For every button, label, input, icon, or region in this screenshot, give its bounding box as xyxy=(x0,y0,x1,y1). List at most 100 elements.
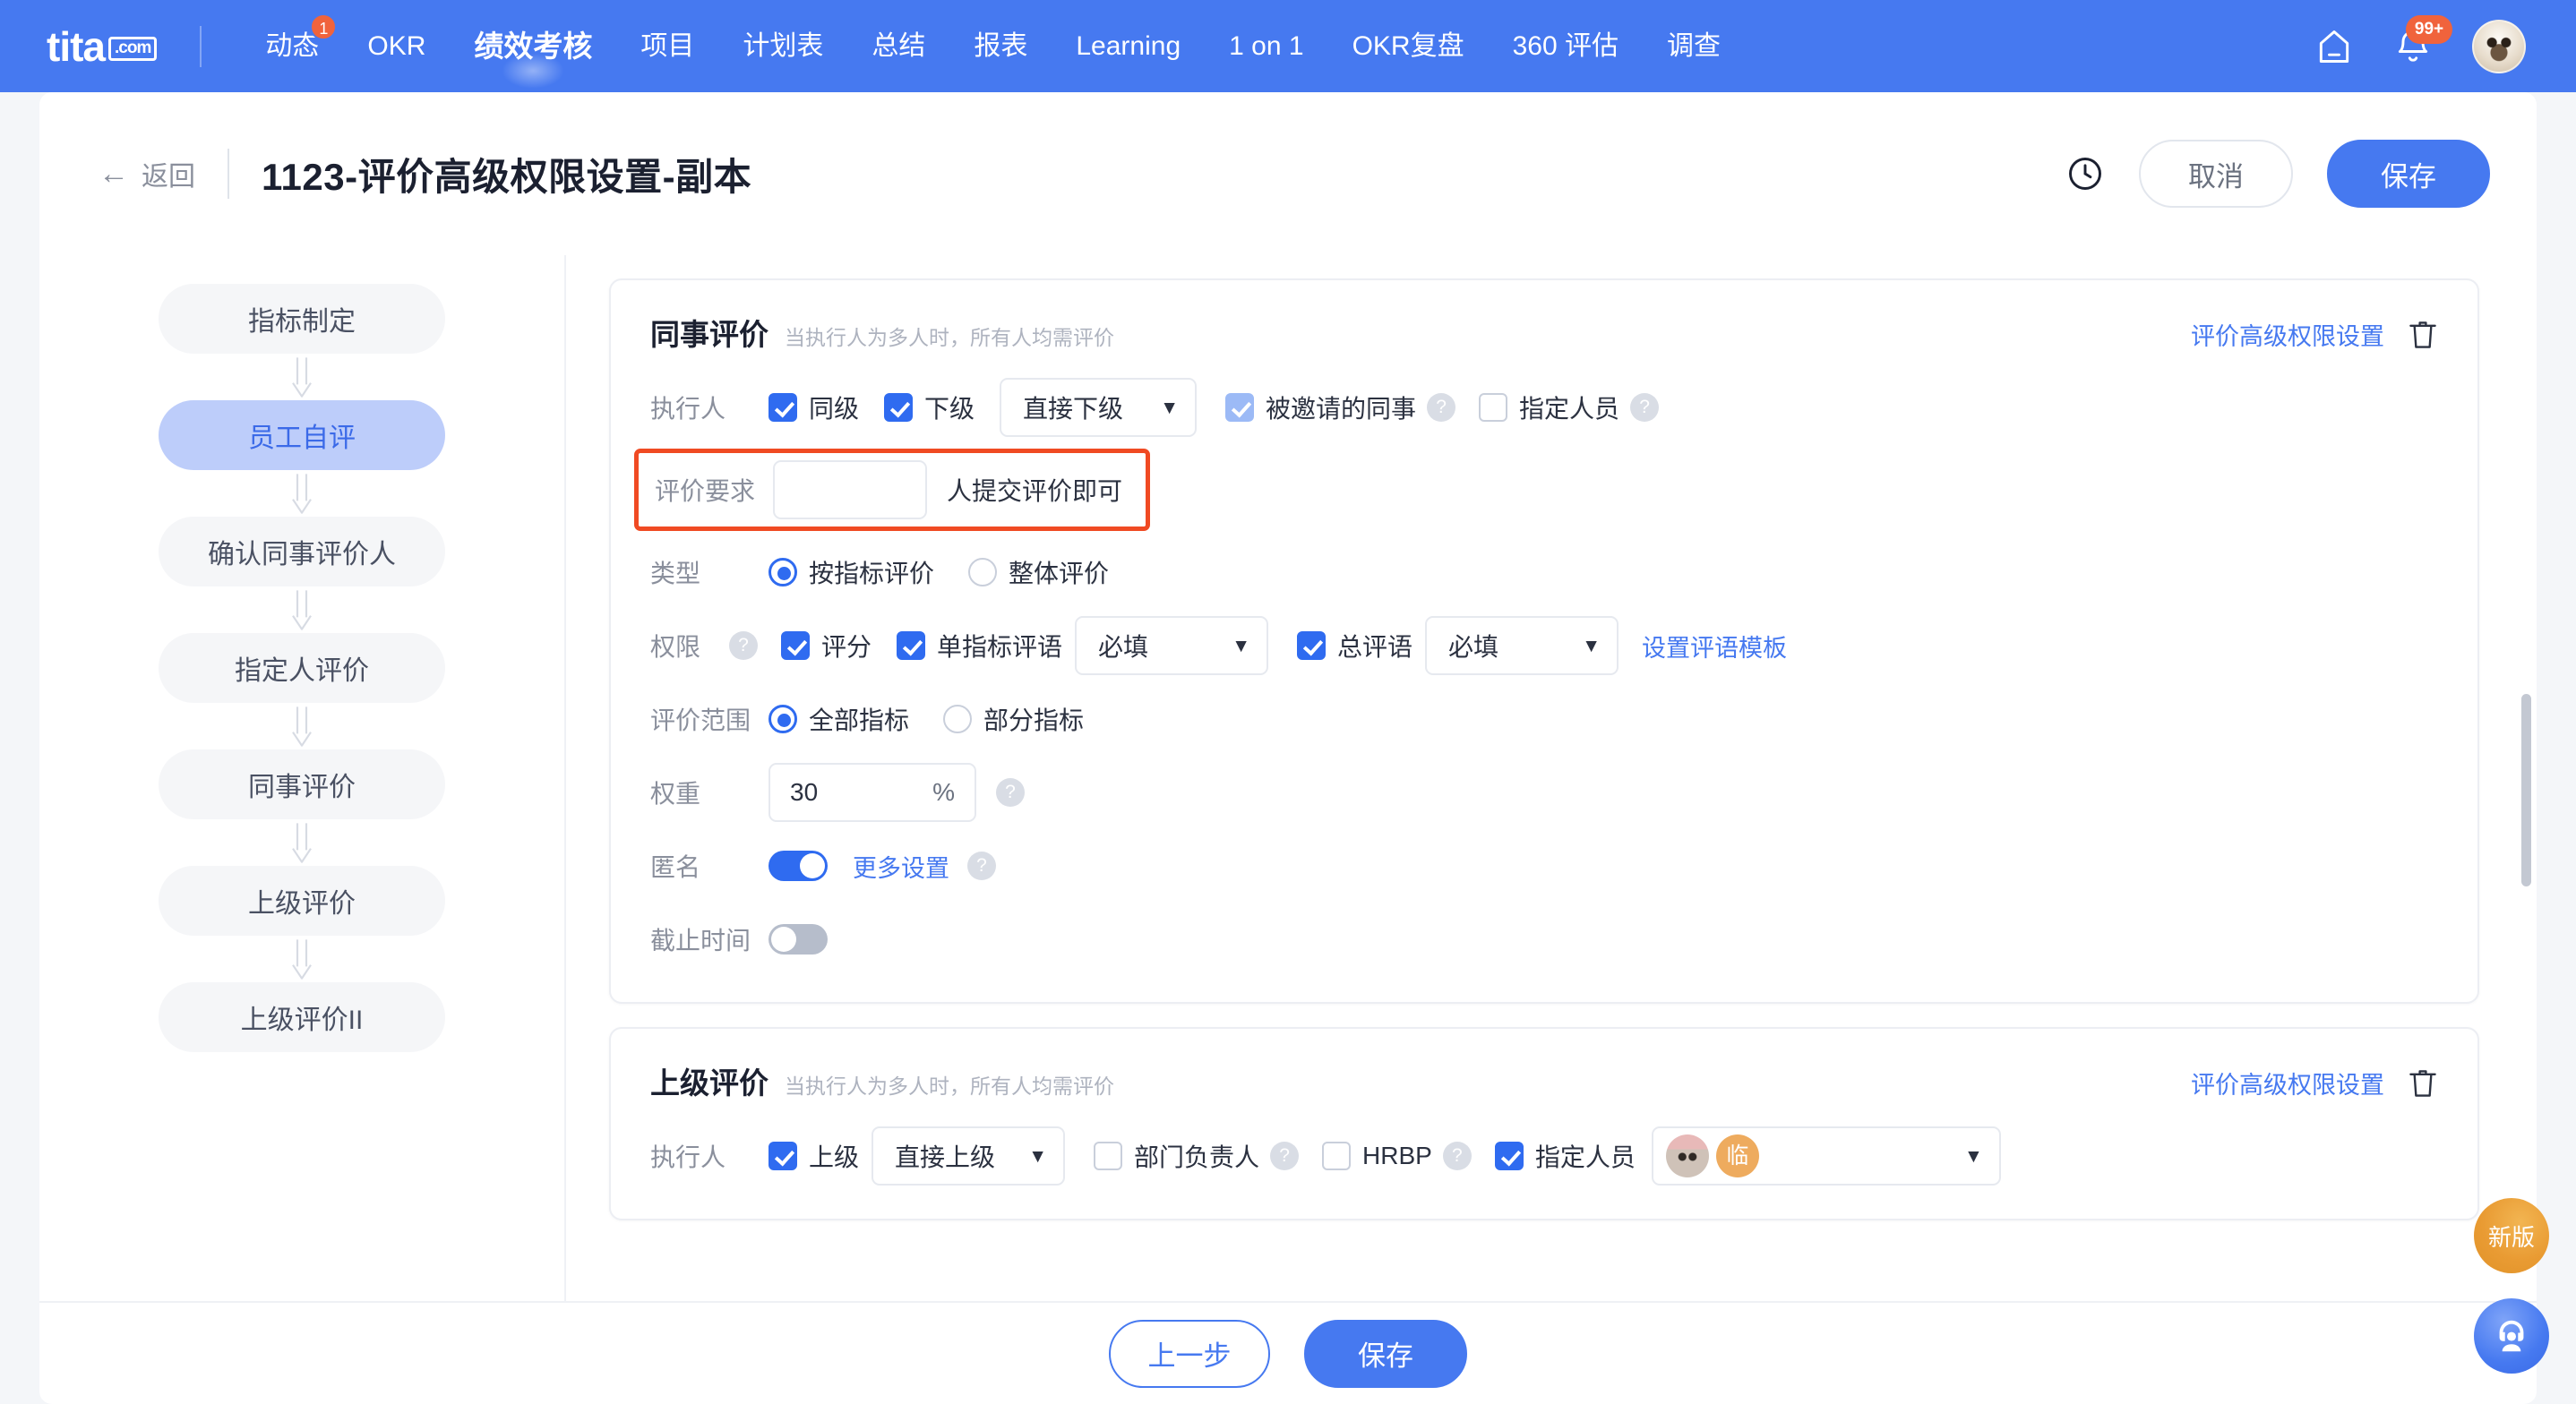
specified-person-select[interactable]: 临 ▼ xyxy=(1651,1126,2001,1186)
back-button[interactable]: ← 返回 xyxy=(99,154,195,193)
radio-label: 整体评价 xyxy=(1009,560,1110,587)
delete-trash-icon[interactable] xyxy=(2408,1066,2438,1100)
tita-logo[interactable]: tita .com xyxy=(47,26,158,67)
step-arrow-down-icon xyxy=(287,470,317,517)
comment-template-link[interactable]: 设置评语模板 xyxy=(1642,629,1787,663)
new-version-button[interactable]: 新版 xyxy=(2474,1198,2549,1273)
review-requirement-input[interactable] xyxy=(773,460,927,519)
checkbox-label: 评分 xyxy=(821,633,872,661)
checkbox-label: 同级 xyxy=(809,395,860,423)
advanced-permission-link[interactable]: 评价高级权限设置 xyxy=(2191,1066,2384,1100)
footer-action-bar: 上一步 保存 xyxy=(39,1301,2537,1404)
deadline-toggle[interactable] xyxy=(769,924,828,955)
weight-unit: % xyxy=(932,778,955,806)
permission-label: 权限 xyxy=(650,633,701,661)
content-scrollbar[interactable] xyxy=(2521,694,2531,886)
page-header: ← 返回 1123-评价高级权限设置-副本 取消 保存 xyxy=(39,92,2537,255)
help-icon[interactable]: ? xyxy=(1270,1142,1300,1170)
permission-row: 权限 ? 评分 单指标评语 必填 ▼ 总评语 必填 ▼ 设置评语模板 xyxy=(650,613,2438,678)
nav-item-report[interactable]: 报表 xyxy=(949,0,1052,92)
radio-overall[interactable]: 整体评价 xyxy=(968,554,1109,590)
checkbox-hrbp[interactable]: HRBP xyxy=(1322,1142,1432,1170)
checkbox-box xyxy=(1479,393,1508,422)
advanced-permission-link[interactable]: 评价高级权限设置 xyxy=(2191,317,2384,352)
step-arrow-down-icon xyxy=(287,703,317,749)
checkbox-label: 上级 xyxy=(809,1143,860,1171)
step-item-designated-review[interactable]: 指定人评价 xyxy=(159,633,445,703)
review-requirement-label: 评价要求 xyxy=(655,477,756,505)
checkbox-metric-comment[interactable]: 单指标评语 xyxy=(897,628,1062,663)
nav-item-project[interactable]: 项目 xyxy=(616,0,718,92)
cancel-button[interactable]: 取消 xyxy=(2139,140,2293,208)
previous-step-button[interactable]: 上一步 xyxy=(1109,1319,1270,1388)
checkbox-total-comment[interactable]: 总评语 xyxy=(1297,628,1413,663)
person-avatar-initial: 临 xyxy=(1715,1134,1759,1177)
notifications-bell-icon[interactable]: 99+ xyxy=(2393,14,2452,66)
nav-item-learning[interactable]: Learning xyxy=(1052,0,1205,92)
radio-circle xyxy=(769,705,797,733)
user-avatar[interactable] xyxy=(2472,19,2526,73)
nav-item-performance[interactable]: 绩效考核 xyxy=(450,0,616,92)
checkbox-superior[interactable]: 上级 xyxy=(769,1138,859,1174)
superior-scope-select[interactable]: 直接上级 ▼ xyxy=(872,1126,1066,1186)
footer-save-button[interactable]: 保存 xyxy=(1304,1319,1467,1388)
step-item-metric-setup[interactable]: 指标制定 xyxy=(159,284,445,354)
nav-item-dongtai[interactable]: 动态 1 xyxy=(241,0,343,92)
nav-item-summary[interactable]: 总结 xyxy=(847,0,949,92)
total-comment-requirement-select[interactable]: 必填 ▼ xyxy=(1425,616,1619,675)
select-value: 直接上级 xyxy=(895,1143,996,1171)
step-item-peer-review[interactable]: 同事评价 xyxy=(159,749,445,819)
more-settings-link[interactable]: 更多设置 xyxy=(853,849,949,884)
history-clock-icon[interactable] xyxy=(2065,154,2105,193)
nav-item-okr-review[interactable]: OKR复盘 xyxy=(1328,0,1489,92)
customer-support-icon[interactable] xyxy=(2474,1298,2549,1374)
step-item-confirm-peer-reviewers[interactable]: 确认同事评价人 xyxy=(159,517,445,586)
checkbox-label: HRBP xyxy=(1362,1142,1432,1169)
help-icon[interactable]: ? xyxy=(1427,393,1456,422)
subordinate-scope-select[interactable]: 直接下级 ▼ xyxy=(1000,378,1198,437)
checkbox-specified-person[interactable]: 指定人员 xyxy=(1479,390,1619,425)
peer-executor-row: 执行人 同级 下级 直接下级 ▼ 被邀请的同事 ? 指定人员 ? xyxy=(650,375,2438,440)
deadline-row: 截止时间 xyxy=(650,907,2438,972)
nav-items: 动态 1 OKR 绩效考核 项目 计划表 总结 报表 Learning 1 on… xyxy=(241,0,1745,92)
checkbox-department-head[interactable]: 部门负责人 xyxy=(1094,1138,1259,1174)
delete-trash-icon[interactable] xyxy=(2408,318,2438,352)
anonymous-toggle[interactable] xyxy=(769,851,828,881)
save-button[interactable]: 保存 xyxy=(2327,140,2490,208)
checkbox-scoring[interactable]: 评分 xyxy=(781,628,872,663)
help-icon[interactable]: ? xyxy=(996,778,1025,807)
nav-item-survey[interactable]: 调查 xyxy=(1643,0,1745,92)
select-value: 必填 xyxy=(1448,633,1499,661)
radio-by-metric[interactable]: 按指标评价 xyxy=(769,554,934,590)
nav-item-label: 动态 xyxy=(265,31,320,61)
nav-item-okr[interactable]: OKR xyxy=(343,0,450,92)
home-icon[interactable] xyxy=(2314,27,2354,66)
checkbox-box xyxy=(1225,393,1255,422)
radio-partial-metrics[interactable]: 部分指标 xyxy=(943,701,1084,737)
help-icon[interactable]: ? xyxy=(1630,393,1660,422)
metric-comment-requirement-select[interactable]: 必填 ▼ xyxy=(1075,616,1269,675)
nav-item-plan[interactable]: 计划表 xyxy=(718,0,847,92)
nav-item-360-review[interactable]: 360 评估 xyxy=(1489,0,1643,92)
chevron-down-icon: ▼ xyxy=(1582,635,1601,656)
select-value: 直接下级 xyxy=(1023,395,1124,423)
checkbox-specified-person[interactable]: 指定人员 xyxy=(1494,1138,1636,1174)
step-item-self-review[interactable]: 员工自评 xyxy=(159,400,445,470)
checkbox-peer-level[interactable]: 同级 xyxy=(769,390,859,425)
help-icon[interactable]: ? xyxy=(729,631,758,660)
help-icon[interactable]: ? xyxy=(1442,1142,1472,1170)
nav-item-one-on-one[interactable]: 1 on 1 xyxy=(1205,0,1327,92)
peer-review-card-header: 同事评价 当执行人为多人时，所有人均需评价 评价高级权限设置 xyxy=(650,311,2438,354)
checkbox-invited-peers[interactable]: 被邀请的同事 xyxy=(1225,390,1416,425)
step-item-manager-review[interactable]: 上级评价 xyxy=(159,866,445,936)
radio-all-metrics[interactable]: 全部指标 xyxy=(769,701,909,737)
weight-input[interactable]: 30 % xyxy=(769,763,976,822)
checkbox-subordinate[interactable]: 下级 xyxy=(884,390,975,425)
step-item-manager-review-2[interactable]: 上级评价II xyxy=(159,982,445,1052)
checkbox-label: 下级 xyxy=(924,395,975,423)
help-icon[interactable]: ? xyxy=(967,852,996,880)
manager-executor-label: 执行人 xyxy=(650,1143,726,1171)
card-subtitle: 当执行人为多人时，所有人均需评价 xyxy=(785,1074,1114,1098)
logo-dotcom: .com xyxy=(108,36,158,61)
radio-circle xyxy=(943,705,973,733)
